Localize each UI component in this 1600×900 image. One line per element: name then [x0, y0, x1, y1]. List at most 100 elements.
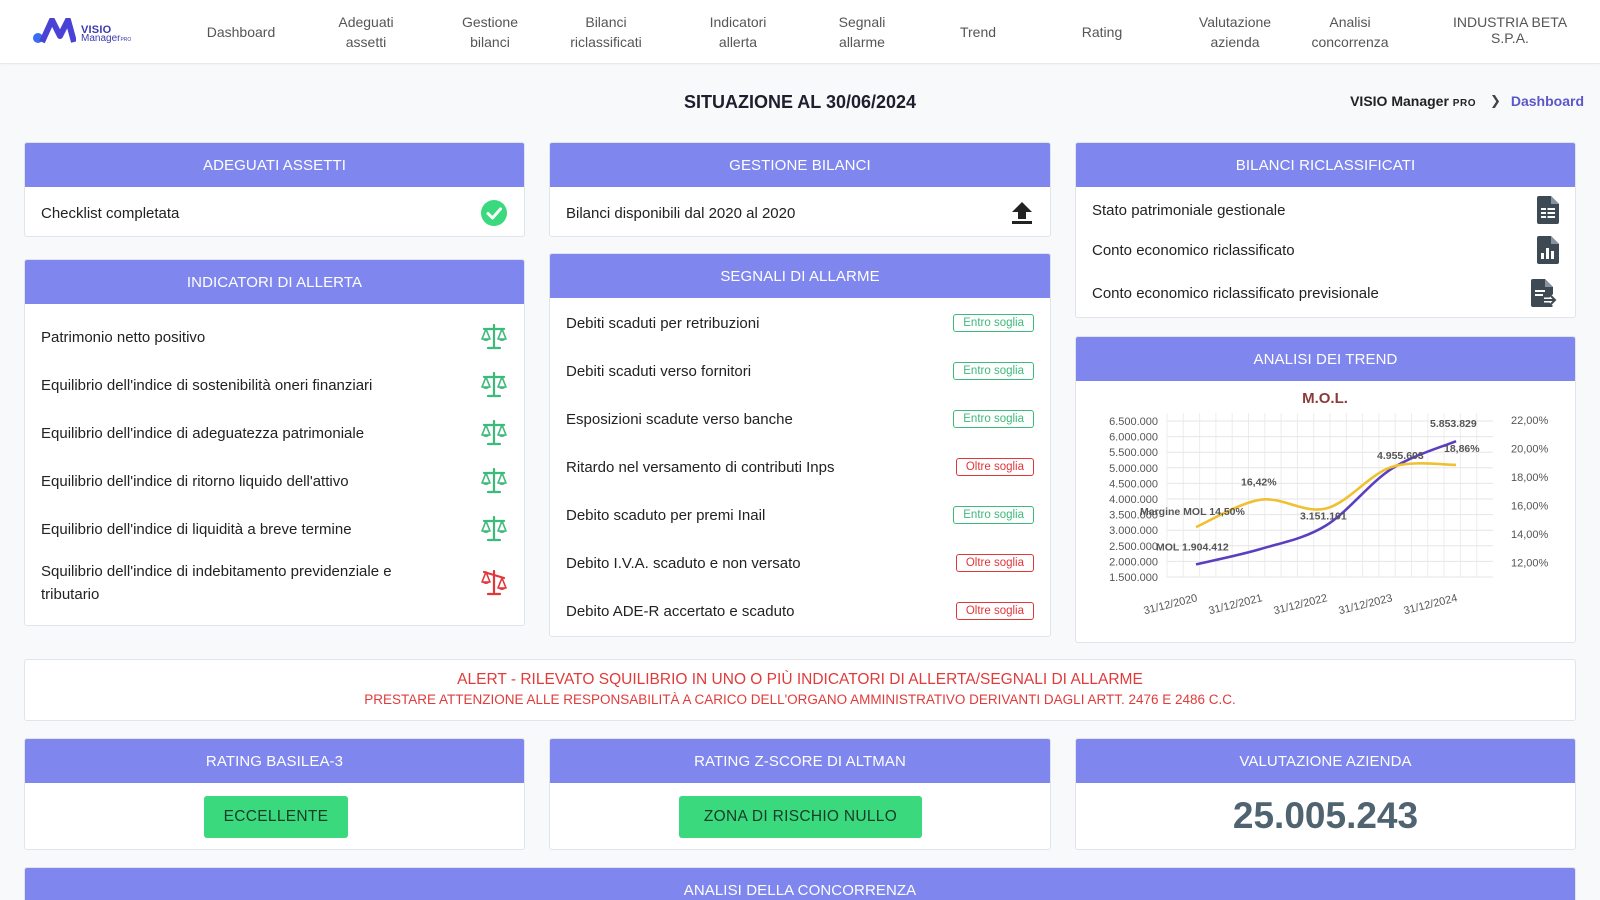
status-badge: Oltre soglia [955, 602, 1034, 620]
card-segnali-allarme: SEGNALI DI ALLARME Debiti scaduti per re… [549, 253, 1051, 637]
y-right-tick-label: 12,00% [1511, 558, 1549, 570]
y-left-tick-label: 6.000.000 [1109, 432, 1158, 444]
indicatore-row[interactable]: Squilibrio dell'indice di indebitamento … [41, 557, 508, 609]
y-right-tick-label: 22,00% [1511, 415, 1549, 427]
card-header: INDICATORI DI ALLERTA [25, 260, 524, 304]
status-badge: Entro soglia [953, 410, 1034, 428]
row-label: Debito scaduto per premi Inail [566, 506, 766, 524]
y-left-tick-label: 3.000.000 [1109, 525, 1158, 537]
alert-subtitle: PRESTARE ATTENZIONE ALLE RESPONSABILITÀ … [364, 692, 1236, 707]
data-label: 4.955.603 [1377, 450, 1424, 462]
status-badge: Oltre soglia [955, 458, 1034, 476]
nav-valutazione-azienda[interactable]: Valutazione azienda [1175, 0, 1295, 64]
data-label: Margine MOL 14,50% [1140, 506, 1246, 518]
segnale-row[interactable]: Ritardo nel versamento di contributi Inp… [566, 450, 1034, 484]
data-label: 5.853.829 [1430, 418, 1477, 430]
nav-bilanci-riclassificati[interactable]: Bilanci riclassificati [551, 0, 661, 64]
company-selector[interactable]: INDUSTRIA BETA S.P.A. [1445, 14, 1575, 46]
row-conto-previsionale[interactable]: Conto economico riclassificato prevision… [1092, 277, 1559, 309]
row-stato-patrimoniale[interactable]: Stato patrimoniale gestionale [1092, 195, 1559, 225]
nav-analisi-concorrenza[interactable]: Analisi concorrenza [1290, 0, 1410, 64]
balance-scale-icon [481, 371, 507, 398]
segnale-row[interactable]: Debito I.V.A. scaduto e non versato Oltre… [566, 546, 1034, 580]
alert-banner: ALERT - RILEVATO SQUILIBRIO IN UNO O PIÙ… [24, 659, 1576, 721]
row-label: Debito ADE-R accertato e scaduto [566, 602, 795, 620]
balance-scale-icon [481, 515, 507, 542]
x-tick-label: 31/12/2020 [1142, 592, 1198, 617]
segnale-row[interactable]: Debiti scaduti per retribuzioni Entro sog… [566, 306, 1034, 340]
nav-segnali-allarme[interactable]: Segnali allarme [812, 0, 912, 64]
indicatore-row[interactable]: Equilibrio dell'indice di sostenibilità … [41, 367, 508, 403]
card-header: RATING Z-SCORE DI ALTMAN [550, 739, 1050, 783]
y-left-tick-label: 6.500.000 [1109, 416, 1158, 428]
status-badge: Entro soglia [953, 314, 1034, 332]
row-label: Patrimonio netto positivo [41, 328, 206, 346]
y-left-tick-label: 4.500.000 [1109, 478, 1158, 490]
row-label: Equilibrio dell'indice di adeguatezza pa… [41, 424, 365, 442]
y-right-tick-label: 14,00% [1511, 529, 1549, 541]
row-label: Bilanci disponibili dal 2020 al 2020 [566, 204, 796, 222]
nav-dashboard[interactable]: Dashboard [196, 0, 286, 64]
rating-basilea-badge[interactable]: ECCELLENTE [204, 796, 348, 838]
chart-file-icon[interactable] [1537, 236, 1559, 264]
y-right-tick-label: 20,00% [1511, 444, 1549, 456]
spreadsheet-file-icon[interactable] [1537, 196, 1559, 224]
y-right-tick-label: 18,00% [1511, 472, 1549, 484]
breadcrumb-root[interactable]: VISIO Manager PRO [1350, 93, 1476, 109]
nav-adeguati-assetti[interactable]: Adeguati assetti [316, 0, 416, 64]
indicatore-row[interactable]: Patrimonio netto positivo [41, 319, 508, 355]
page-title: SITUAZIONE AL 30/06/2024 [683, 92, 917, 112]
data-label: 16,42% [1241, 477, 1277, 489]
brand-logo[interactable]: VISIO ManagerPRO [32, 16, 152, 48]
row-checklist[interactable]: Checklist completata [41, 197, 508, 229]
row-conto-economico[interactable]: Conto economico riclassificato [1092, 235, 1559, 265]
y-left-tick-label: 5.500.000 [1109, 447, 1158, 459]
check-circle-icon [481, 200, 507, 226]
row-label: Equilibrio dell'indice di sostenibilità … [41, 376, 373, 394]
segnale-row[interactable]: Debito scaduto per premi Inail Entro sogl… [566, 498, 1034, 532]
card-analisi-trend: ANALISI DEI TREND M.O.L. 6.500.000 6.000.0… [1075, 336, 1576, 643]
y-left-tick-label: 5.000.000 [1109, 463, 1158, 475]
status-badge: Entro soglia [953, 506, 1034, 524]
segnale-row[interactable]: Esposizioni scadute verso banche Entro so… [566, 402, 1034, 436]
chevron-right-icon: ❯ [1489, 93, 1501, 108]
card-bilanci-riclassificati: BILANCI RICLASSIFICATI Stato patrimonial… [1075, 142, 1576, 318]
nav-indicatori-allerta[interactable]: Indicatori allerta [683, 0, 793, 64]
nav-gestione-bilanci[interactable]: Gestione bilanci [440, 0, 540, 64]
rating-altman-badge[interactable]: ZONA DI RISCHIO NULLO [679, 796, 922, 838]
row-label: Esposizioni scadute verso banche [566, 410, 793, 428]
card-header: SEGNALI DI ALLARME [550, 254, 1050, 298]
x-tick-label: 31/12/2023 [1337, 592, 1393, 617]
card-gestione-bilanci: GESTIONE BILANCI Bilanci disponibili dal… [549, 142, 1051, 237]
status-badge: Entro soglia [953, 362, 1034, 380]
upload-icon[interactable] [1010, 200, 1034, 226]
row-label: Debiti scaduti per retribuzioni [566, 314, 760, 332]
nav-rating[interactable]: Rating [1062, 0, 1142, 64]
segnale-row[interactable]: Debito ADE-R accertato e scaduto Oltre so… [566, 594, 1034, 628]
row-label: Stato patrimoniale gestionale [1092, 201, 1286, 219]
file-export-icon[interactable] [1531, 279, 1559, 307]
card-rating-altman: RATING Z-SCORE DI ALTMAN ZONA DI RISCHIO… [549, 738, 1051, 850]
row-label: Squilibrio dell'indice di indebitamento … [41, 563, 392, 603]
indicatore-row[interactable]: Equilibrio dell'indice di ritorno liquid… [41, 463, 508, 499]
card-adeguati-assetti: ADEGUATI ASSETTI Checklist completata [24, 142, 525, 237]
y-right-tick-label: 16,00% [1511, 501, 1549, 513]
x-tick-label: 31/12/2024 [1402, 592, 1458, 617]
brand-line2: ManagerPRO [81, 33, 132, 44]
alert-title: ALERT - RILEVATO SQUILIBRIO IN UNO O PIÙ… [457, 671, 1143, 688]
segnale-row[interactable]: Debiti scaduti verso fornitori Entro sogl… [566, 354, 1034, 388]
y-left-tick-label: 2.500.000 [1109, 541, 1158, 553]
nav-trend[interactable]: Trend [938, 0, 1018, 64]
balance-scale-icon [481, 419, 507, 446]
row-label: Debiti scaduti verso fornitori [566, 362, 752, 380]
indicatore-row[interactable]: Equilibrio dell'indice di liquidità a br… [41, 511, 508, 547]
card-header: ADEGUATI ASSETTI [25, 143, 524, 187]
balance-scale-unbalanced-icon [481, 569, 507, 596]
card-header: ANALISI DELLA CONCORRENZA [25, 868, 1575, 900]
x-tick-label: 31/12/2021 [1207, 592, 1263, 617]
mol-trend-chart[interactable]: M.O.L. 6.500.000 6.000.000 5.500.000 5.000.0… [1076, 381, 1575, 642]
card-analisi-concorrenza: ANALISI DELLA CONCORRENZA [24, 867, 1576, 900]
indicatore-row[interactable]: Equilibrio dell'indice di adeguatezza pa… [41, 415, 508, 451]
row-bilanci-disponibili[interactable]: Bilanci disponibili dal 2020 al 2020 [566, 197, 1034, 229]
row-label: Ritardo nel versamento di contributi Inp… [566, 458, 835, 476]
